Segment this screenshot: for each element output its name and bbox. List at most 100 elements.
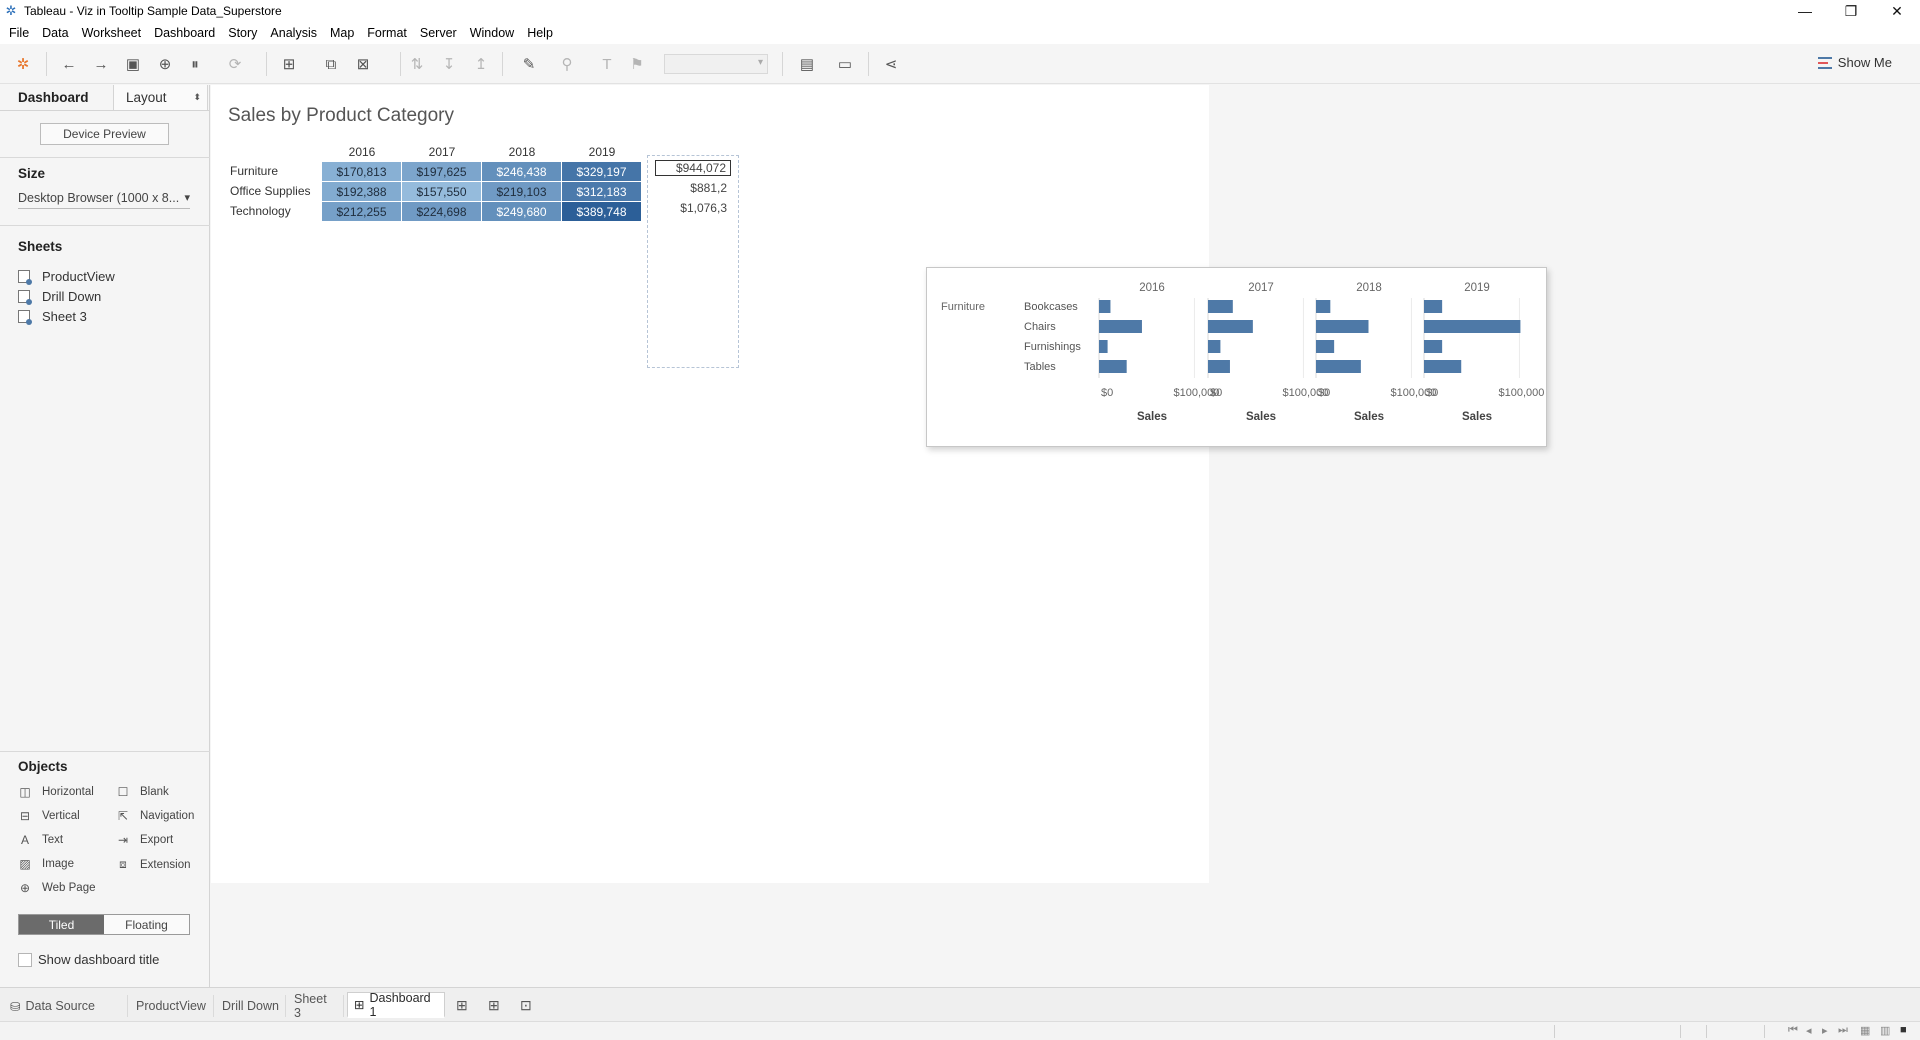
total-cell-office-supplies[interactable]: $881,2 (655, 181, 731, 195)
heat-cell[interactable]: $197,625 (402, 162, 481, 181)
sort-ascending-icon[interactable]: ↧ (438, 53, 460, 75)
swap-icon[interactable]: ⇅ (406, 53, 428, 75)
object-blank[interactable]: ☐ Blank (116, 785, 169, 799)
object-export[interactable]: ⇥ Export (116, 833, 173, 847)
x-tick-label: $100,000 (1499, 387, 1545, 399)
redo-icon[interactable]: → (90, 53, 112, 75)
new-worksheet-icon[interactable]: ⊞ (278, 53, 300, 75)
tableau-start-icon[interactable]: ✲ (12, 53, 34, 75)
refresh-icon[interactable]: ⟳ (224, 53, 246, 75)
show-dashboard-title-checkbox[interactable]: Show dashboard title (18, 952, 159, 967)
menu-help[interactable]: Help (522, 26, 561, 40)
highlight-icon[interactable]: ✎ (518, 53, 540, 75)
heat-cell[interactable]: $246,438 (482, 162, 561, 181)
tab-data-source[interactable]: ⛁ Data Source (4, 995, 128, 1017)
save-icon[interactable]: ▣ (122, 53, 144, 75)
object-text[interactable]: A Text (18, 833, 63, 847)
menu-dashboard[interactable]: Dashboard (149, 26, 223, 40)
menu-worksheet[interactable]: Worksheet (77, 26, 150, 40)
close-icon[interactable]: ✕ (1874, 0, 1920, 22)
heat-cell[interactable]: $312,183 (562, 182, 641, 201)
tab-layout[interactable]: Layout (114, 85, 208, 110)
first-sheet-icon[interactable]: ⏮ (1788, 1024, 1798, 1037)
object-image[interactable]: ▨ Image (18, 857, 74, 871)
text-icon: A (20, 833, 29, 847)
tabs-view-icon[interactable]: ■ (1900, 1024, 1907, 1036)
tab-dashboard-1[interactable]: ⊞ Dashboard 1 (347, 991, 445, 1019)
heat-cell[interactable]: $212,255 (322, 202, 401, 221)
object-web-page[interactable]: ⊕ Web Page (18, 881, 96, 895)
panel-year-header: 2018 (1356, 282, 1382, 294)
size-heading: Size (18, 166, 46, 181)
next-sheet-icon[interactable]: ▸ (1822, 1024, 1828, 1037)
dashboard-side-panel: Dashboard Layout Device Preview Size Des… (0, 85, 210, 987)
show-me-button[interactable]: Show Me (1817, 55, 1892, 70)
heat-cell[interactable]: $389,748 (562, 202, 641, 221)
minimize-icon[interactable]: — (1782, 0, 1828, 22)
database-icon: ⛁ (10, 999, 21, 1014)
object-horizontal[interactable]: ◫ Horizontal (18, 785, 93, 799)
last-sheet-icon[interactable]: ⏭ (1838, 1024, 1848, 1037)
menu-story[interactable]: Story (223, 26, 265, 40)
heat-cell[interactable]: $170,813 (322, 162, 401, 181)
heat-cell[interactable]: $329,197 (562, 162, 641, 181)
total-cell-technology[interactable]: $1,076,3 (655, 201, 731, 215)
dashboard-title: Sales by Product Category (228, 105, 455, 126)
new-story-tab-icon[interactable]: ⊡ (520, 997, 532, 1014)
sheet-item-drill-down[interactable]: Drill Down (18, 289, 101, 305)
menu-window[interactable]: Window (465, 26, 522, 40)
object-navigation[interactable]: ⇱ Navigation (116, 809, 194, 823)
export-icon: ⇥ (117, 833, 129, 847)
device-preview-button[interactable]: Device Preview (40, 123, 169, 145)
restore-icon[interactable]: ❐ (1828, 0, 1874, 22)
fit-dropdown[interactable] (664, 54, 768, 74)
new-dashboard-tab-icon[interactable]: ⊞ (488, 997, 500, 1014)
sort-descending-icon[interactable]: ↥ (470, 53, 492, 75)
undo-icon[interactable]: ← (58, 53, 80, 75)
share-icon[interactable]: ⋖ (880, 53, 902, 75)
new-worksheet-tab-icon[interactable]: ⊞ (456, 997, 468, 1014)
floating-button[interactable]: Floating (104, 915, 189, 934)
dashboard-canvas: Sales by Product Category 2016 2017 2018… (211, 85, 1547, 883)
show-cards-icon[interactable]: ▤ (796, 53, 818, 75)
object-extension[interactable]: ⧈ Extension (116, 857, 191, 872)
menu-format[interactable]: Format (362, 26, 415, 40)
image-icon: ▨ (19, 857, 31, 871)
menu-map[interactable]: Map (325, 26, 362, 40)
filmstrip-icon[interactable]: ▥ (1880, 1024, 1890, 1037)
menu-file[interactable]: File (4, 26, 37, 40)
presentation-mode-icon[interactable]: ▭ (834, 53, 856, 75)
prev-sheet-icon[interactable]: ◂ (1806, 1024, 1812, 1037)
heat-cell[interactable]: $157,550 (402, 182, 481, 201)
new-data-source-icon[interactable]: ⊕ (154, 53, 176, 75)
heat-cell[interactable]: $249,680 (482, 202, 561, 221)
sheet-item-productview[interactable]: ProductView (18, 269, 115, 285)
vertical-container-icon: ⊟ (19, 809, 31, 823)
tab-drill-down[interactable]: Drill Down (216, 995, 286, 1017)
size-dropdown[interactable]: Desktop Browser (1000 x 8... (18, 189, 190, 209)
group-icon[interactable]: ⚲ (556, 53, 578, 75)
sheet-item-sheet-3[interactable]: Sheet 3 (18, 309, 87, 325)
tiled-button[interactable]: Tiled (19, 915, 104, 934)
pin-icon[interactable]: ⚑ (626, 53, 648, 75)
pause-updates-icon[interactable]: ⏸ (184, 53, 206, 75)
tab-sheet-3[interactable]: Sheet 3 (288, 992, 344, 1020)
object-vertical[interactable]: ⊟ Vertical (18, 809, 80, 823)
sales-bar (1424, 340, 1443, 353)
clear-sheet-icon[interactable]: ⊠ (352, 53, 374, 75)
object-label: Extension (140, 858, 191, 871)
labels-icon[interactable]: T (596, 53, 618, 75)
sheet-sorter-icon[interactable]: ▦ (1860, 1024, 1870, 1037)
year-header: 2016 (348, 145, 376, 159)
heat-cell[interactable]: $224,698 (402, 202, 481, 221)
menu-data[interactable]: Data (37, 26, 76, 40)
tab-productview[interactable]: ProductView (130, 995, 214, 1017)
heat-cell[interactable]: $219,103 (482, 182, 561, 201)
menu-analysis[interactable]: Analysis (265, 26, 325, 40)
worksheet-icon (18, 290, 32, 305)
total-cell-furniture[interactable]: $944,072 (655, 160, 731, 176)
heat-cell[interactable]: $192,388 (322, 182, 401, 201)
duplicate-sheet-icon[interactable]: ⧉ (320, 53, 342, 75)
tab-dashboard[interactable]: Dashboard (0, 85, 114, 110)
menu-server[interactable]: Server (415, 26, 465, 40)
